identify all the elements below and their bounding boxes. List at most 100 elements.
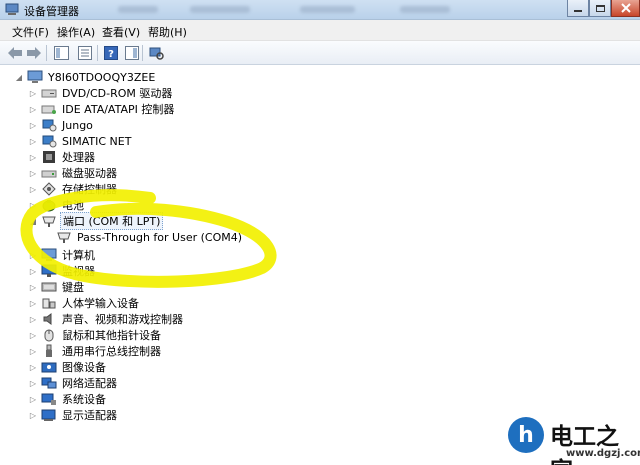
tree-item-label: 声音、视频和游戏控制器 bbox=[62, 313, 183, 326]
watermark-url: www.dgzj.com bbox=[566, 448, 640, 459]
tree-item[interactable]: ▷ 存储控制器 bbox=[28, 181, 119, 197]
forward-arrow-icon bbox=[27, 47, 41, 59]
simatic-net-icon bbox=[41, 133, 57, 149]
properties-panel-icon bbox=[53, 46, 69, 60]
help-icon: ? bbox=[104, 46, 118, 60]
forward-button[interactable] bbox=[25, 44, 43, 62]
scan-hardware-icon bbox=[149, 47, 164, 60]
tree-child-item[interactable]: Pass-Through for User (COM4) bbox=[43, 229, 244, 245]
expand-arrow-icon[interactable]: ▷ bbox=[28, 327, 38, 343]
tree-item[interactable]: ▷ 图像设备 bbox=[28, 359, 108, 375]
expand-arrow-icon[interactable]: ▷ bbox=[28, 311, 38, 327]
jungo-device-icon bbox=[41, 117, 57, 133]
expand-arrow-icon[interactable]: ▷ bbox=[28, 391, 38, 407]
tree-item[interactable]: ▷ 键盘 bbox=[28, 279, 86, 295]
tree-item[interactable]: ▷ 网络适配器 bbox=[28, 375, 119, 391]
expand-arrow-icon[interactable]: ▷ bbox=[28, 279, 38, 295]
battery-icon bbox=[41, 197, 57, 213]
sound-icon bbox=[41, 311, 57, 327]
menu-view[interactable]: 查看(V) bbox=[102, 24, 140, 40]
tree-item[interactable]: ▷ 计算机 bbox=[28, 247, 97, 263]
tree-item-label: IDE ATA/ATAPI 控制器 bbox=[62, 103, 175, 116]
tree-item-label: 计算机 bbox=[62, 249, 95, 262]
tree-item[interactable]: ▷ 鼠标和其他指针设备 bbox=[28, 327, 163, 343]
expand-arrow-icon[interactable]: ▷ bbox=[28, 359, 38, 375]
expand-arrow-icon[interactable]: ▷ bbox=[28, 181, 38, 197]
tree-item-label: 显示适配器 bbox=[62, 409, 117, 422]
menu-file[interactable]: 文件(F) bbox=[12, 24, 49, 40]
minimize-button[interactable] bbox=[567, 0, 589, 17]
tree-item[interactable]: ▷ 磁盘驱动器 bbox=[28, 165, 119, 181]
expand-arrow-icon[interactable]: ▷ bbox=[28, 133, 38, 149]
tree-item-label: 磁盘驱动器 bbox=[62, 167, 117, 180]
tree-item[interactable]: ▷ SIMATIC NET bbox=[28, 133, 133, 149]
tree-item-label: SIMATIC NET bbox=[62, 134, 132, 148]
storage-controller-icon bbox=[41, 181, 57, 197]
maximize-button[interactable] bbox=[589, 0, 611, 17]
tree-item-label: 人体学输入设备 bbox=[62, 297, 139, 310]
minimize-icon bbox=[574, 10, 582, 12]
tree-item[interactable]: ▷ IDE ATA/ATAPI 控制器 bbox=[28, 101, 176, 117]
device-tree: ◢ Y8I60TDOOQY3ZEE ▷ DVD/CD-ROM 驱动器 ▷ IDE… bbox=[0, 65, 640, 465]
tree-root-label: Y8I60TDOOQY3ZEE bbox=[48, 70, 156, 84]
system-device-icon bbox=[41, 391, 57, 407]
toolbar-separator bbox=[97, 45, 98, 61]
expand-arrow-icon[interactable]: ▷ bbox=[28, 407, 38, 423]
tree-item-label: 鼠标和其他指针设备 bbox=[62, 329, 161, 342]
properties-button[interactable] bbox=[52, 44, 70, 62]
expand-arrow-icon[interactable]: ▷ bbox=[28, 117, 38, 133]
collapse-arrow-icon[interactable]: ◢ bbox=[28, 213, 38, 229]
menu-action[interactable]: 操作(A) bbox=[57, 24, 95, 40]
tree-item-label: 键盘 bbox=[62, 281, 84, 294]
expand-arrow-icon[interactable]: ▷ bbox=[28, 165, 38, 181]
tree-item[interactable]: ▷ 电池 bbox=[28, 197, 86, 213]
tree-item-label: 通用串行总线控制器 bbox=[62, 345, 161, 358]
menu-help[interactable]: 帮助(H) bbox=[148, 24, 187, 40]
device-list-button[interactable] bbox=[76, 44, 94, 62]
tree-item[interactable]: ▷ DVD/CD-ROM 驱动器 bbox=[28, 85, 174, 101]
action-pane-button[interactable] bbox=[123, 44, 141, 62]
tree-item[interactable]: ▷ 系统设备 bbox=[28, 391, 108, 407]
monitor-icon bbox=[41, 263, 57, 279]
expand-arrow-icon[interactable]: ▷ bbox=[28, 101, 38, 117]
computer-icon bbox=[41, 247, 57, 263]
tree-item[interactable]: ▷ 声音、视频和游戏控制器 bbox=[28, 311, 185, 327]
tree-item[interactable]: ▷ 人体学输入设备 bbox=[28, 295, 141, 311]
title-bar: 设备管理器 bbox=[0, 0, 640, 20]
expand-arrow-icon[interactable]: ▷ bbox=[28, 263, 38, 279]
imaging-icon bbox=[41, 359, 57, 375]
tree-item-label: 网络适配器 bbox=[62, 377, 117, 390]
expand-arrow-icon[interactable]: ▷ bbox=[28, 197, 38, 213]
tree-item-label: DVD/CD-ROM 驱动器 bbox=[62, 87, 173, 100]
watermark-logo: h bbox=[508, 417, 544, 453]
expand-arrow-icon[interactable]: ▷ bbox=[28, 375, 38, 391]
close-button[interactable] bbox=[611, 0, 640, 17]
expand-arrow-icon[interactable]: ▷ bbox=[28, 85, 38, 101]
hid-icon bbox=[41, 295, 57, 311]
expand-arrow-icon[interactable]: ▷ bbox=[28, 247, 38, 263]
expand-arrow-icon[interactable]: ▷ bbox=[28, 343, 38, 359]
expand-arrow-icon[interactable]: ▷ bbox=[28, 149, 38, 165]
tree-item[interactable]: ▷ Jungo bbox=[28, 117, 95, 133]
back-button[interactable] bbox=[6, 44, 24, 62]
menu-bar: 文件(F) 操作(A) 查看(V) 帮助(H) bbox=[0, 20, 640, 41]
dvd-drive-icon bbox=[41, 85, 57, 101]
device-manager-icon bbox=[5, 3, 19, 15]
usb-icon bbox=[41, 343, 57, 359]
tree-item[interactable]: ▷ 通用串行总线控制器 bbox=[28, 343, 163, 359]
collapse-arrow-icon[interactable]: ◢ bbox=[14, 69, 24, 85]
network-adapter-icon bbox=[41, 375, 57, 391]
tree-item[interactable]: ▷ 处理器 bbox=[28, 149, 97, 165]
watermark: h 电工之家 www.dgzj.com bbox=[508, 413, 640, 465]
tree-item-label: 处理器 bbox=[62, 151, 95, 164]
tree-item[interactable]: ▷ 显示适配器 bbox=[28, 407, 119, 423]
tree-item-label: 系统设备 bbox=[62, 393, 106, 406]
expand-arrow-icon[interactable]: ▷ bbox=[28, 295, 38, 311]
help-button[interactable]: ? bbox=[102, 44, 120, 62]
tree-item[interactable]: ▷ 监视器 bbox=[28, 263, 97, 279]
tree-item-label: 端口 (COM 和 LPT) bbox=[60, 212, 164, 230]
tree-root[interactable]: ◢ Y8I60TDOOQY3ZEE bbox=[14, 69, 157, 85]
tree-item-label: Jungo bbox=[62, 118, 93, 132]
tree-item-expanded[interactable]: ◢ 端口 (COM 和 LPT) bbox=[28, 212, 164, 230]
scan-hardware-button[interactable] bbox=[147, 44, 165, 62]
